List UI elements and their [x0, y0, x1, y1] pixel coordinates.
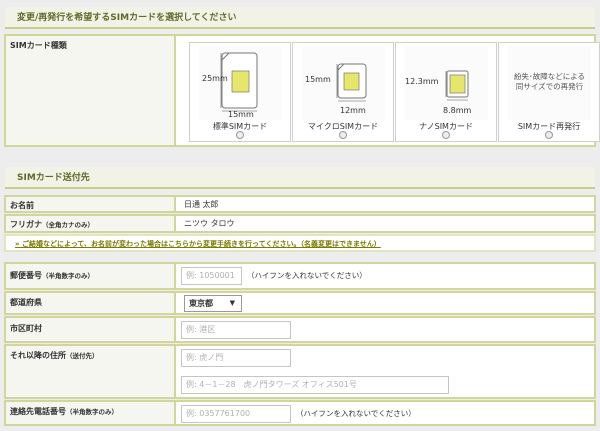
address-row: それ以降の住所（送付先） 例: 虎ノ門 例: 4－1－28 虎ノ門タワーズ オフ… [4, 344, 596, 399]
sim-type-label: SIMカード種類 [6, 36, 176, 145]
postal-code-input[interactable]: 例: 1050001 [181, 267, 242, 285]
prefecture-select[interactable]: 東京都 ▼ [184, 295, 242, 312]
postal-row: 郵便番号（半角数字のみ） 例: 1050001 （ハイフンを入れないでください） [4, 262, 596, 290]
micro-sim-height: 15mm [305, 75, 331, 84]
nano-sim-icon: 12.3mm 8.8mm [405, 46, 488, 120]
phone-label-text: 連絡先電話番号 [10, 407, 66, 416]
address-label-note: （送付先） [66, 352, 99, 360]
phone-label: 連絡先電話番号（半角数字のみ） [6, 402, 176, 424]
kana-row: フリガナ（全角カナのみ） ニツウ タロウ [4, 214, 596, 233]
address-line1-input[interactable]: 例: 虎ノ門 [181, 349, 291, 367]
phone-hint: （ハイフンを入れないでください） [296, 409, 416, 418]
kana-label: フリガナ（全角カナのみ） [6, 216, 176, 231]
sim-option-standard[interactable]: 25mm 15mm 標準SIMカード [189, 42, 291, 142]
section-title-shipping: SIMカード送付先 [5, 167, 595, 189]
city-row: 市区町村 例: 港区 [4, 316, 596, 343]
address-label: それ以降の住所（送付先） [6, 346, 176, 397]
nano-sim-height: 12.3mm [405, 77, 439, 86]
nano-sim-width: 8.8mm [443, 106, 472, 115]
standard-sim-height: 25mm [202, 74, 228, 83]
prefecture-selected-value: 東京都 [189, 299, 213, 308]
name-label: お名前 [6, 197, 176, 211]
name-row: お名前 日通 太郎 [4, 195, 596, 213]
phone-row: 連絡先電話番号（半角数字のみ） 例: 0357761700 （ハイフンを入れない… [4, 400, 596, 426]
phone-input[interactable]: 例: 0357761700 [181, 405, 291, 423]
name-change-link[interactable]: » ご結婚などによって、お名前が変わった場合はこちらから変更手続きを行ってくださ… [15, 239, 381, 249]
micro-sim-icon: 15mm 12mm [302, 46, 385, 120]
sim-option-micro[interactable]: 15mm 12mm マイクロSIMカード [292, 42, 394, 142]
sim-change-form: 変更/再発行を希望するSIMカードを選択してください SIMカード種類 25mm… [0, 0, 600, 431]
prefecture-label: 都道府県 [6, 293, 176, 313]
sim-micro-radio[interactable] [339, 131, 347, 139]
notice-row: » ご結婚などによって、お名前が変わった場合はこちらから変更手続きを行ってくださ… [4, 234, 596, 252]
postal-hint: （ハイフンを入れないでください） [247, 271, 367, 280]
postal-label-note: （半角数字のみ） [42, 272, 94, 280]
reissue-image: 紛失･故障などによる同サイズでの再発行 [508, 46, 591, 120]
micro-sim-width: 12mm [340, 106, 366, 115]
sim-type-row: SIMカード種類 25mm 15mm 標準SIMカード 15mm 12mm マイ… [4, 34, 600, 147]
kana-value: ニツウ タロウ [184, 219, 235, 228]
city-input[interactable]: 例: 港区 [181, 321, 291, 339]
name-value: 日通 太郎 [184, 199, 219, 209]
sim-option-nano[interactable]: 12.3mm 8.8mm ナノSIMカード [395, 42, 497, 142]
sim-nano-radio[interactable] [442, 131, 450, 139]
prefecture-row: 都道府県 東京都 ▼ [4, 291, 596, 315]
postal-label: 郵便番号（半角数字のみ） [6, 264, 176, 288]
standard-sim-width: 15mm [228, 110, 254, 119]
standard-sim-icon: 25mm 15mm [199, 46, 282, 120]
sim-reissue-radio[interactable] [545, 131, 553, 139]
kana-label-text: フリガナ [10, 220, 42, 229]
reissue-description: 紛失･故障などによる同サイズでの再発行 [513, 72, 586, 91]
address-line2-input[interactable]: 例: 4－1－28 虎ノ門タワーズ オフィス501号 [181, 376, 449, 394]
address-label-text: それ以降の住所 [10, 351, 66, 360]
kana-label-note: （全角カナのみ） [42, 221, 94, 229]
sim-standard-radio[interactable] [236, 131, 244, 139]
sim-option-reissue[interactable]: 紛失･故障などによる同サイズでの再発行 SIMカード再発行 [498, 42, 600, 142]
postal-label-text: 郵便番号 [10, 271, 42, 280]
chevron-down-icon: ▼ [229, 299, 235, 307]
phone-label-note: （半角数字のみ） [66, 408, 118, 416]
city-label: 市区町村 [6, 318, 176, 341]
section-title-sim-select: 変更/再発行を希望するSIMカードを選択してください [5, 7, 595, 29]
